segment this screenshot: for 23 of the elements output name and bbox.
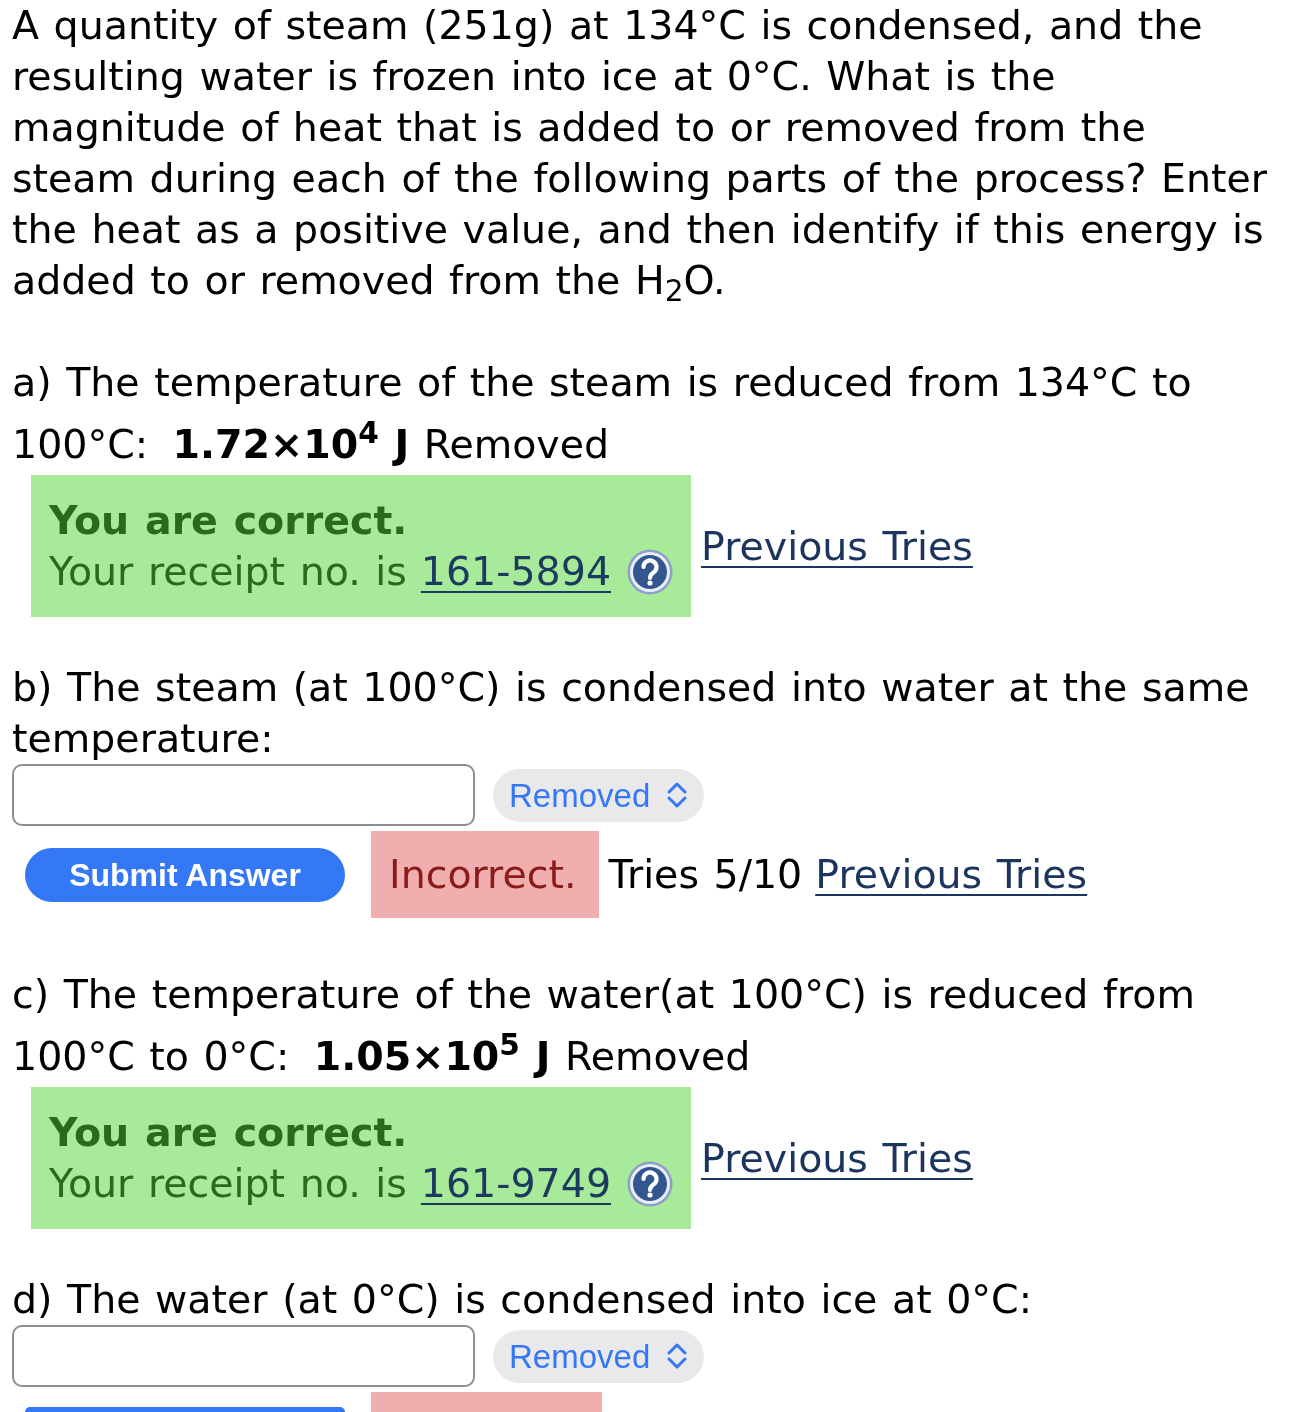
previous-tries-link[interactable]: Previous Tries [701,520,973,572]
receipt-link[interactable]: 161-9749 [420,1158,611,1209]
feedback-title: You are correct. [49,1108,409,1157]
previous-tries-link[interactable]: Previous Tries [815,849,1088,900]
question-text: c) The temperature of the water(at 100°C) is reduced from 100°C to 0°C: 1.05×10$^{5}$ J Removed [12,970,1196,1081]
chevron-up-down-icon [666,1341,689,1371]
feedback-message: Incorrect. [371,831,599,918]
help-icon[interactable] [627,1160,673,1207]
answer-field[interactable] [12,1325,475,1387]
question-text: a) The temperature of the steam is reduced from 134°C to 100°C: 1.72×10$^{4}$ J Removed [12,358,1193,469]
question-text: b) The steam (at 100°C) is condensed into water at the same temperature: [12,663,1251,763]
receipt-link[interactable]: 161-5894 [420,546,611,597]
question-text: d) The water (at 0°C) is condensed into ice at 0°C: [12,1275,1033,1324]
problem-text: A quantity of steam (251g) at 134°C is condensed, and the resulting water is frozen into ice at 0°C. What is the magnitude of heat that is added to or removed from the steam during each of the following parts of the process? Enter the heat as a positive value, and then identify if this energy is added to or removed from the H$_{2}$O. [12,1,1269,306]
receipt-label: Your receipt no. is [49,1159,407,1208]
chevron-up-down-icon [666,780,689,810]
submit-button[interactable]: Submit Answer [25,847,345,902]
previous-tries-link[interactable]: Previous Tries [701,1132,973,1184]
receipt-label: Your receipt no. is [49,547,407,596]
help-icon[interactable] [627,548,673,595]
feedback-title: You are correct. [49,496,409,545]
tries-count: Tries 5/10 [608,850,803,899]
answer-field[interactable] [12,764,475,826]
